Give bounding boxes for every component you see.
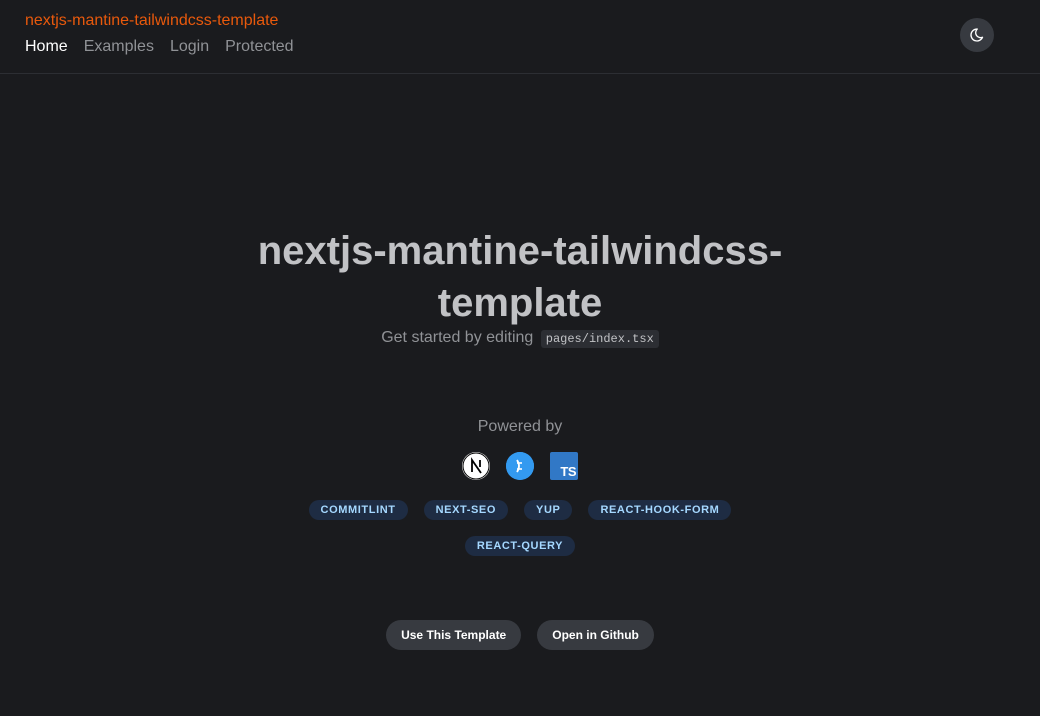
page-subtitle: Get started by editing pages/index.tsx xyxy=(0,329,1040,348)
page-title-line2: template xyxy=(437,281,603,325)
page-title: nextjs-mantine-tailwindcss- template xyxy=(0,225,1040,329)
nextjs-logo-icon[interactable] xyxy=(462,452,490,480)
action-buttons: Use This Template Open in Github xyxy=(0,620,1040,650)
badge-row: COMMITLINT NEXT-SEO YUP REACT-HOOK-FORM xyxy=(0,500,1040,520)
moon-icon xyxy=(970,28,984,42)
subtitle-text: Get started by editing xyxy=(381,329,534,346)
code-snippet: pages/index.tsx xyxy=(540,330,659,348)
badge-row: REACT-QUERY xyxy=(0,536,1040,556)
nav-login[interactable]: Login xyxy=(170,38,209,56)
badge-react-hook-form: REACT-HOOK-FORM xyxy=(588,500,732,520)
main-nav: Home Examples Login Protected xyxy=(25,38,294,56)
app-header: nextjs-mantine-tailwindcss-template Home… xyxy=(0,0,1040,74)
badge-next-seo: NEXT-SEO xyxy=(423,500,509,520)
brand-link[interactable]: nextjs-mantine-tailwindcss-template xyxy=(25,12,278,30)
theme-toggle-button[interactable] xyxy=(960,18,994,52)
typescript-logo-icon[interactable]: TS xyxy=(550,452,578,480)
powered-by-label: Powered by xyxy=(477,418,563,435)
nav-examples[interactable]: Examples xyxy=(84,38,154,56)
nav-protected[interactable]: Protected xyxy=(225,38,293,56)
use-template-button[interactable]: Use This Template xyxy=(386,620,522,650)
badge-yup: YUP xyxy=(524,500,573,520)
open-github-button[interactable]: Open in Github xyxy=(537,620,654,650)
mantine-logo-icon[interactable] xyxy=(506,452,534,480)
badge-react-query: REACT-QUERY xyxy=(464,536,576,556)
badge-commitlint: COMMITLINT xyxy=(308,500,408,520)
page-title-line1: nextjs-mantine-tailwindcss- xyxy=(257,229,783,273)
library-badges: COMMITLINT NEXT-SEO YUP REACT-HOOK-FORM … xyxy=(0,500,1040,556)
nav-home[interactable]: Home xyxy=(25,38,68,56)
tech-logos: TS xyxy=(0,452,1040,480)
ts-logo-text: TS xyxy=(560,464,576,479)
